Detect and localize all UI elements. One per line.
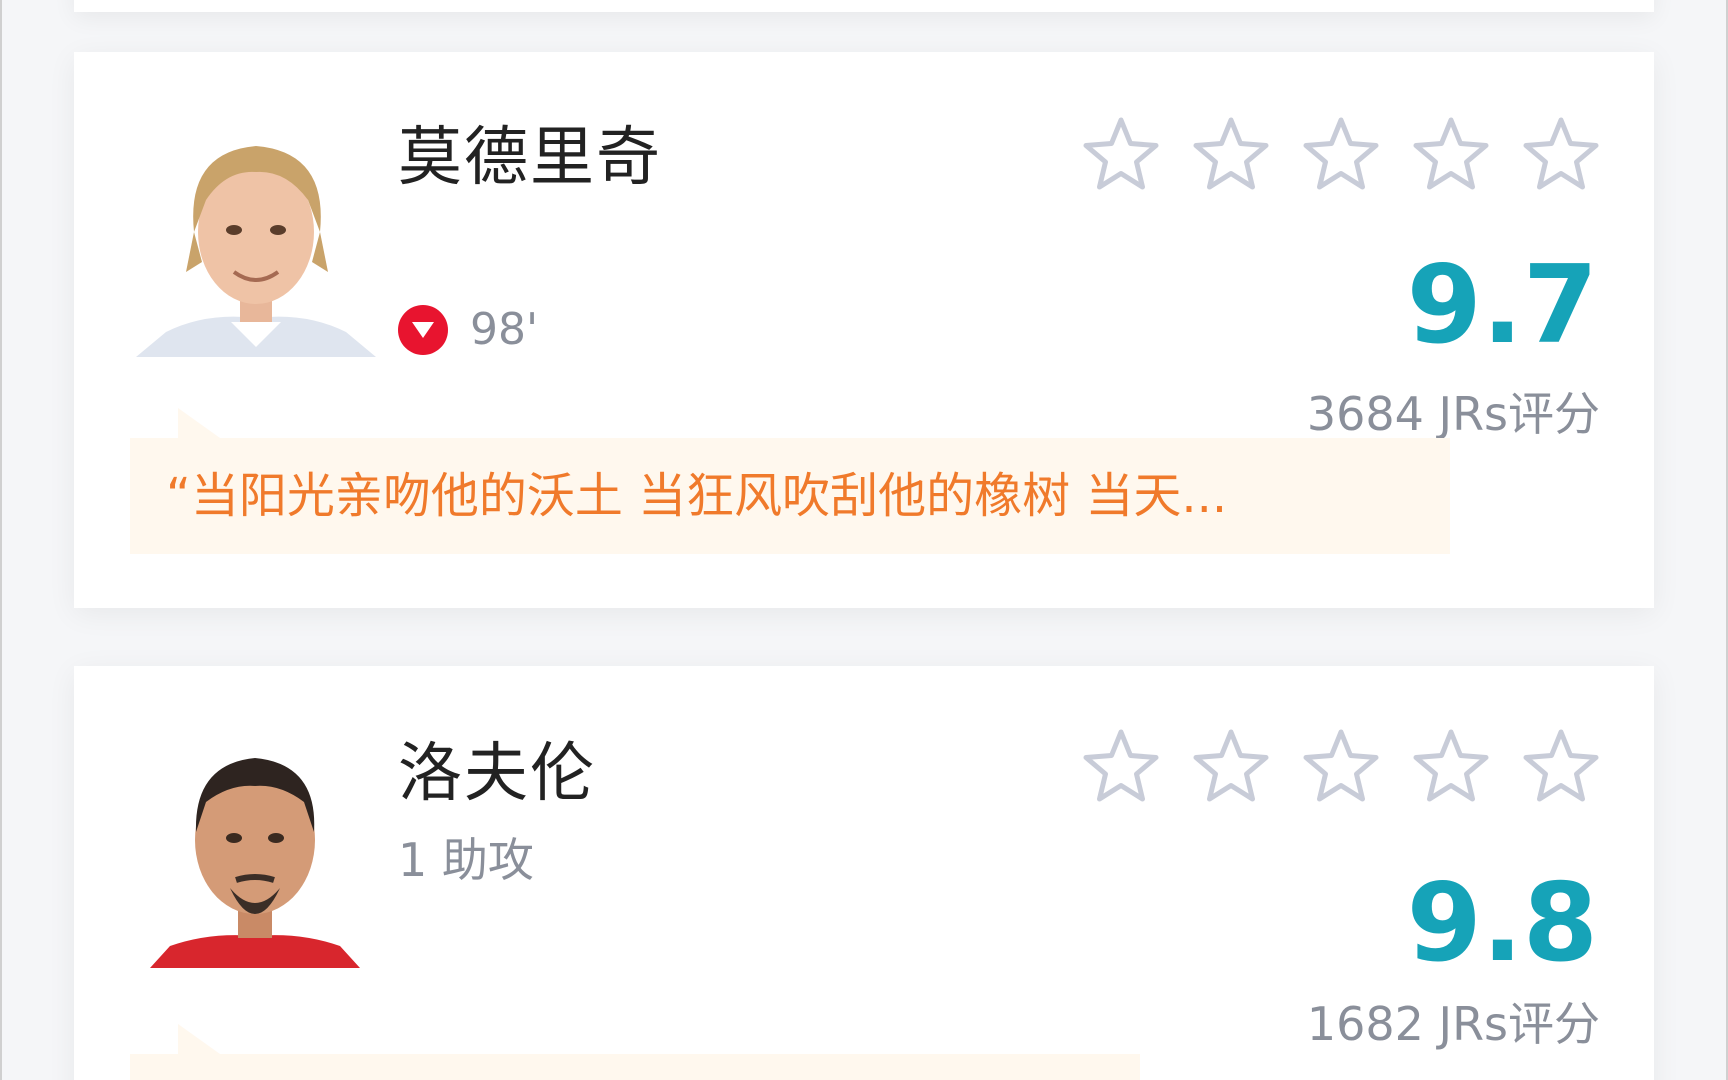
- average-rating: 9.7: [1406, 243, 1598, 368]
- average-rating: 9.8: [1406, 861, 1598, 986]
- substitution-event: 98': [398, 304, 538, 355]
- player-avatar: [136, 122, 376, 357]
- player-rating-screen: 莫德里奇 98' 9.7 3684 JRs评分 “当阳光亲吻他的沃土 当狂风吹刮…: [0, 0, 1728, 1080]
- star-icon[interactable]: [1412, 728, 1490, 804]
- star-icon[interactable]: [1302, 116, 1380, 192]
- star-icon[interactable]: [1082, 728, 1160, 804]
- rating-stars[interactable]: [1082, 116, 1600, 192]
- player-card[interactable]: 莫德里奇 98' 9.7 3684 JRs评分 “当阳光亲吻他的沃土 当狂风吹刮…: [74, 52, 1654, 608]
- player-photo-image: [136, 122, 376, 357]
- top-comment[interactable]: “当阳光亲吻他的沃土 当狂风吹刮他的橡树 当天...: [130, 438, 1450, 554]
- player-card[interactable]: 洛夫伦 1 助攻 9.8 1682 JRs评分: [74, 666, 1654, 1080]
- player-photo-image: [150, 728, 360, 968]
- star-icon[interactable]: [1522, 116, 1600, 192]
- player-name: 洛夫伦: [398, 737, 596, 811]
- substitution-minute: 98': [470, 304, 539, 355]
- window-edge-left: [0, 0, 2, 1080]
- top-comment[interactable]: [130, 1054, 1140, 1080]
- comment-bubble-tail: [178, 408, 220, 438]
- star-icon[interactable]: [1192, 728, 1270, 804]
- substitution-off-icon: [398, 304, 448, 355]
- previous-player-card: [74, 0, 1654, 12]
- rating-stars[interactable]: [1082, 728, 1600, 804]
- star-icon[interactable]: [1522, 728, 1600, 804]
- star-icon[interactable]: [1082, 116, 1160, 192]
- player-stat: 1 助攻: [398, 833, 534, 887]
- star-icon[interactable]: [1302, 728, 1380, 804]
- comment-bubble-tail: [178, 1024, 220, 1054]
- rating-count: 3684 JRs评分: [1306, 387, 1600, 441]
- player-name: 莫德里奇: [398, 121, 662, 195]
- star-icon[interactable]: [1192, 116, 1270, 192]
- star-icon[interactable]: [1412, 116, 1490, 192]
- rating-count: 1682 JRs评分: [1306, 997, 1600, 1051]
- player-avatar: [150, 728, 360, 968]
